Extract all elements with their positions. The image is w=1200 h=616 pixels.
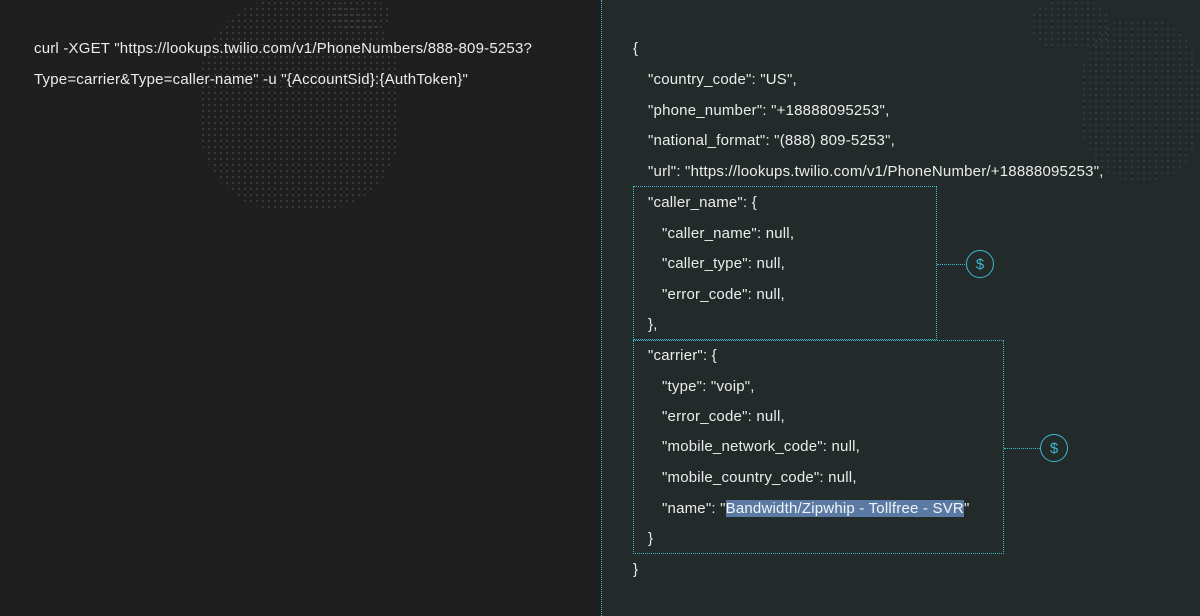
- json-close-brace: }: [633, 561, 639, 578]
- map-dot-texture: [1081, 20, 1200, 180]
- json-open-brace: {: [633, 40, 639, 57]
- dollar-circle-icon: $: [1040, 434, 1068, 462]
- carrier-connector: [1004, 448, 1040, 449]
- carrier-name-selected-text[interactable]: Bandwidth/Zipwhip - Tollfree - SVR: [725, 500, 964, 517]
- caller-name-cost-symbol: $: [975, 255, 985, 273]
- curl-command-line-1: curl -XGET "https://lookups.twilio.com/v…: [34, 40, 533, 57]
- caller-name-connector: [937, 264, 967, 265]
- json-mobile-country-code: "mobile_country_code": null,: [662, 469, 857, 486]
- json-caller-name-value: "caller_name": null,: [662, 225, 795, 242]
- json-url: "url": "https://lookups.twilio.com/v1/Ph…: [648, 163, 1104, 180]
- json-carrier-close: }: [648, 530, 654, 547]
- json-national-format: "national_format": "(888) 809-5253",: [648, 132, 895, 149]
- json-caller-name-close: },: [648, 316, 658, 333]
- map-dot-texture: [330, 0, 390, 30]
- map-dot-texture: [200, 0, 400, 210]
- carrier-cost-symbol: $: [1049, 439, 1059, 457]
- json-caller-name-open: "caller_name": {: [648, 194, 757, 211]
- json-caller-error-code: "error_code": null,: [662, 286, 785, 303]
- json-carrier-open: "carrier": {: [648, 347, 717, 364]
- json-carrier-type: "type": "voip",: [662, 378, 755, 395]
- json-caller-type: "caller_type": null,: [662, 255, 786, 272]
- json-mobile-network-code: "mobile_network_code": null,: [662, 438, 861, 455]
- json-carrier-error-code: "error_code": null,: [662, 408, 785, 425]
- map-dot-texture: [1031, 0, 1111, 50]
- json-carrier-name: "name": "Bandwidth/Zipwhip - Tollfree - …: [662, 500, 969, 517]
- carrier-name-key: "name": ": [662, 500, 726, 517]
- curl-command-line-2: Type=carrier&Type=caller-name" -u "{Acco…: [34, 71, 469, 88]
- json-country-code: "country_code": "US",: [648, 71, 797, 88]
- panel-divider: [601, 0, 602, 616]
- carrier-name-end-quote: ": [963, 500, 970, 517]
- dollar-circle-icon: $: [966, 250, 994, 278]
- request-panel: curl -XGET "https://lookups.twilio.com/v…: [0, 0, 601, 616]
- json-phone-number: "phone_number": "+18888095253",: [648, 102, 890, 119]
